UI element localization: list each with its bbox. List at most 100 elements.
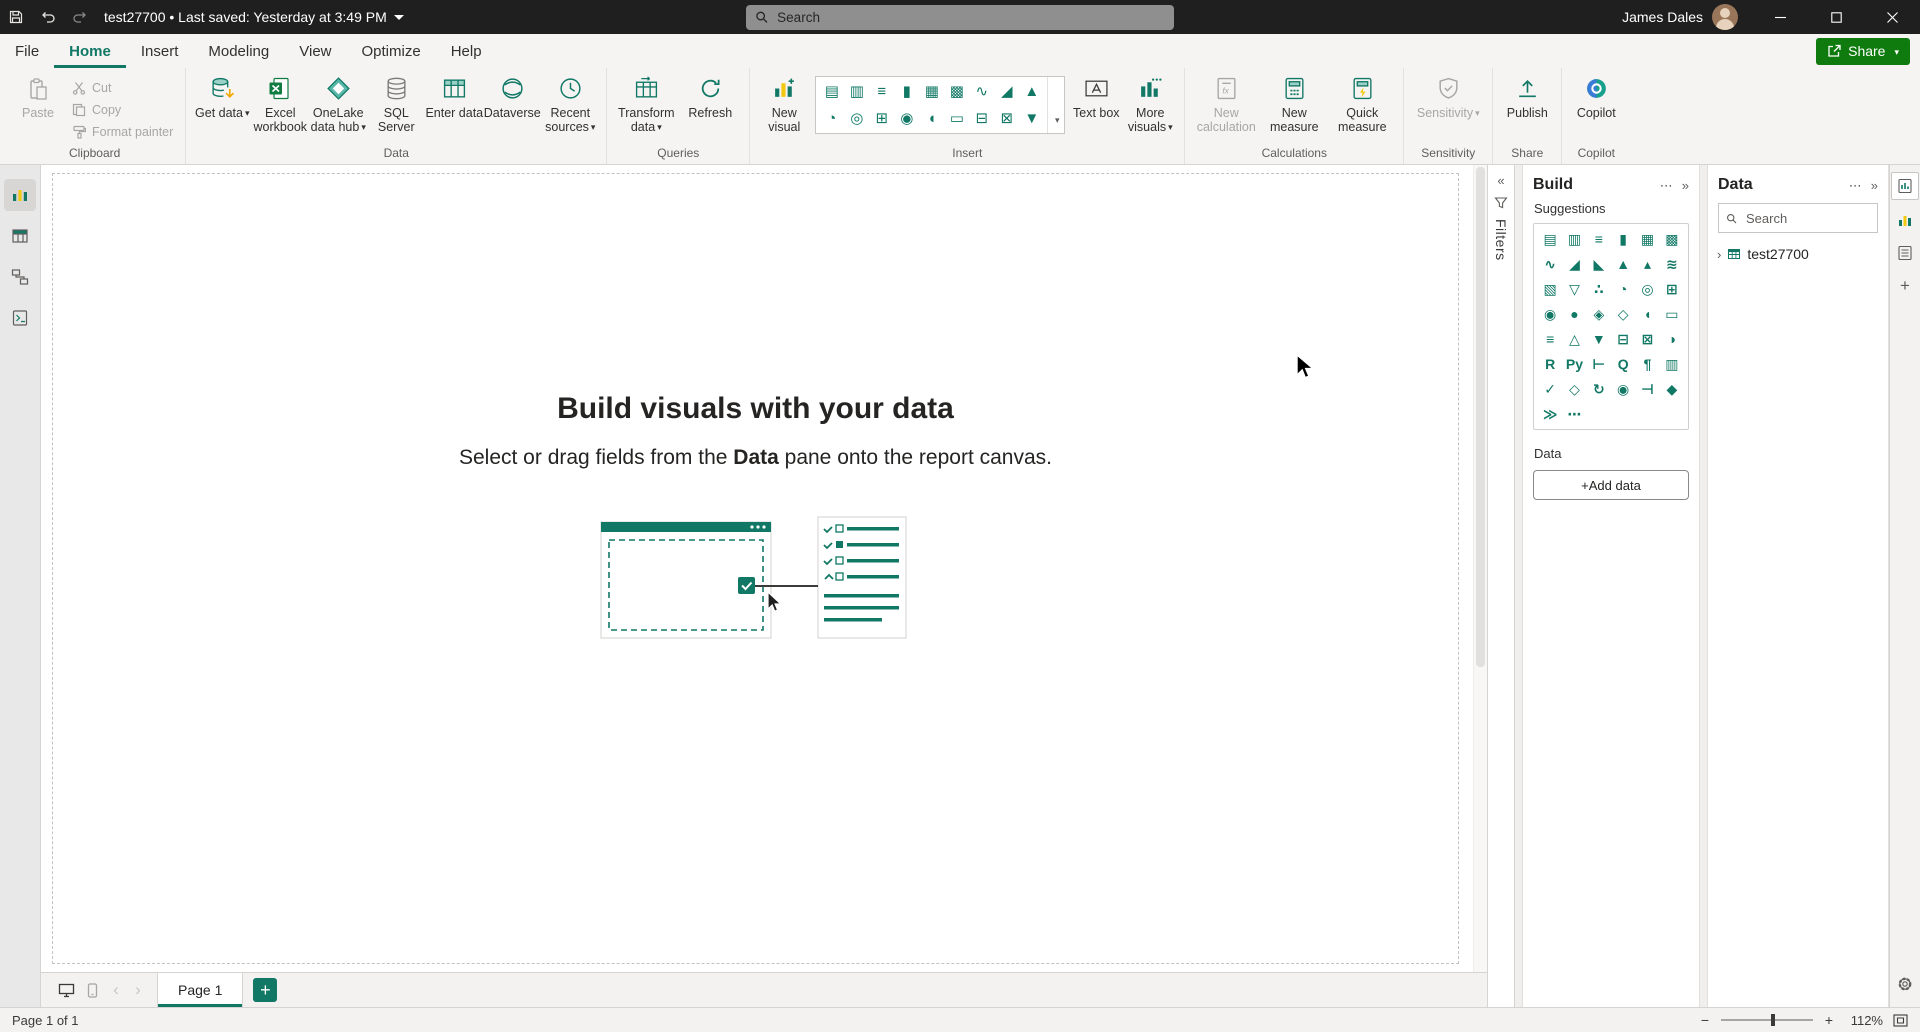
onelake-data-hub-button[interactable]: OneLake data hub	[309, 73, 367, 135]
clustered-column-chart-icon[interactable]: ▮	[1612, 230, 1634, 248]
table-icon[interactable]: ⊟	[975, 111, 988, 126]
menu-home[interactable]: Home	[54, 34, 126, 68]
donut-chart-icon[interactable]: ◎	[1636, 280, 1658, 298]
clustered-bar-chart-icon[interactable]: ≡	[1588, 230, 1610, 248]
shape-map-icon[interactable]: ◈	[1588, 305, 1610, 323]
card-icon[interactable]: ▭	[1661, 305, 1683, 323]
minimize-button[interactable]	[1752, 0, 1808, 34]
new-measure-button[interactable]: New measure	[1260, 73, 1328, 135]
line-chart-icon[interactable]: ∿	[975, 84, 988, 99]
card-icon[interactable]: ▭	[950, 111, 964, 126]
paginated-report-icon[interactable]: ▥	[1661, 355, 1683, 373]
key-influencers-icon[interactable]: ◑	[1661, 330, 1683, 348]
hierarchy-tree-icon[interactable]: ⊣	[1636, 380, 1658, 398]
maximize-button[interactable]	[1808, 0, 1864, 34]
cut-button[interactable]: Cut	[67, 78, 178, 97]
waterfall-chart-icon[interactable]: ▧	[1539, 280, 1561, 298]
line-chart-icon[interactable]: ∿	[1539, 255, 1561, 273]
add-pane-button[interactable]: +	[1892, 273, 1918, 299]
area-chart-icon[interactable]: ◢	[1001, 84, 1013, 99]
build-pane-button[interactable]	[1892, 207, 1918, 233]
next-page-button[interactable]: ›	[127, 980, 149, 1000]
zoom-slider-thumb[interactable]	[1771, 1014, 1775, 1026]
collapse-pane-icon[interactable]: »	[1871, 179, 1878, 192]
stacked-column-chart-icon[interactable]: ▥	[850, 84, 864, 99]
report-view-button[interactable]	[4, 179, 36, 211]
settings-button[interactable]	[1896, 975, 1914, 998]
stacked-column-chart-icon[interactable]: ▥	[1563, 230, 1585, 248]
publish-button[interactable]: Publish	[1500, 73, 1554, 120]
scrollbar-thumb[interactable]	[1476, 167, 1485, 667]
fit-to-page-icon[interactable]	[1893, 1014, 1908, 1027]
previous-page-button[interactable]: ‹	[105, 980, 127, 1000]
pie-chart-icon[interactable]: ◔	[1612, 280, 1634, 298]
undo-button[interactable]	[32, 0, 64, 34]
report-canvas[interactable]: Build visuals with your data Select or d…	[41, 165, 1487, 972]
filled-map-icon[interactable]: ●	[1563, 305, 1585, 323]
quick-measure-button[interactable]: Quick measure	[1328, 73, 1396, 135]
matrix-icon[interactable]: ⊠	[1636, 330, 1658, 348]
kpi-icon[interactable]: △	[1563, 330, 1585, 348]
table-icon[interactable]: ⊟	[1612, 330, 1634, 348]
refresh-button[interactable]: Refresh	[678, 73, 742, 120]
more-options-icon[interactable]: ⋯	[1849, 179, 1862, 192]
recent-sources-button[interactable]: Recent sources	[541, 73, 599, 135]
python-visual-icon[interactable]: Py	[1563, 355, 1585, 373]
copy-button[interactable]: Copy	[67, 100, 178, 119]
collapse-pane-icon[interactable]: »	[1682, 179, 1689, 192]
expand-filters-icon[interactable]: «	[1497, 174, 1504, 187]
new-calculation-button[interactable]: fx New calculation	[1192, 73, 1260, 135]
search-input[interactable]	[775, 9, 1165, 26]
scatter-chart-icon[interactable]: ∴	[1588, 280, 1610, 298]
global-search[interactable]	[746, 5, 1174, 30]
multi-row-card-icon[interactable]: ≡	[1539, 330, 1561, 348]
azure-map-icon[interactable]: ◇	[1612, 305, 1634, 323]
hundred-stacked-column-chart-icon[interactable]: ▩	[1661, 230, 1683, 248]
sql-server-button[interactable]: SQL Server	[367, 73, 425, 135]
page-tab-page1[interactable]: Page 1	[157, 973, 243, 1007]
excel-workbook-button[interactable]: Excel workbook	[251, 73, 309, 135]
clustered-bar-chart-icon[interactable]: ≡	[877, 84, 886, 99]
stacked-bar-chart-icon[interactable]: ▤	[1539, 230, 1561, 248]
gauge-icon[interactable]: ◖	[927, 111, 936, 126]
dax-query-view-button[interactable]	[4, 302, 36, 334]
custom-visual-icon[interactable]: ◆	[1661, 380, 1683, 398]
qa-visual-icon[interactable]: Q	[1612, 355, 1634, 373]
more-suggestions-icon[interactable]: ⋯	[1563, 405, 1585, 423]
smart-narrative-icon[interactable]: ¶	[1636, 355, 1658, 373]
add-data-button[interactable]: +Add data	[1533, 470, 1689, 500]
menu-help[interactable]: Help	[436, 34, 497, 68]
menu-modeling[interactable]: Modeling	[193, 34, 284, 68]
get-data-button[interactable]: Get data	[193, 73, 251, 120]
metrics-icon[interactable]: ✓	[1539, 380, 1561, 398]
sensitivity-button[interactable]: Sensitivity	[1411, 73, 1485, 120]
decomposition-tree-icon[interactable]: ⊢	[1588, 355, 1610, 373]
clustered-column-chart-icon[interactable]: ▮	[903, 84, 911, 99]
text-box-button[interactable]: Text box	[1069, 73, 1123, 120]
table-view-button[interactable]	[4, 220, 36, 252]
arcgis-map-icon[interactable]: ◉	[1612, 380, 1634, 398]
ribbon-chart-icon[interactable]: ≋	[1661, 255, 1683, 273]
stacked-area-chart-icon[interactable]: ◣	[1588, 255, 1610, 273]
slicer-icon[interactable]: ▼	[1024, 111, 1039, 126]
hundred-stacked-bar-chart-icon[interactable]: ▦	[925, 84, 939, 99]
enter-data-button[interactable]: Enter data	[425, 73, 483, 120]
line-stacked-column-chart-icon[interactable]: ▲	[1612, 255, 1634, 273]
redo-button[interactable]	[64, 0, 96, 34]
slicer-icon[interactable]: ▼	[1588, 330, 1610, 348]
desktop-layout-button[interactable]	[53, 977, 79, 1003]
dataverse-button[interactable]: Dataverse	[483, 73, 541, 120]
hundred-stacked-column-chart-icon[interactable]: ▩	[950, 84, 964, 99]
zoom-out-button[interactable]: −	[1699, 1012, 1711, 1028]
area-chart-icon[interactable]: ◢	[1563, 255, 1585, 273]
mobile-layout-button[interactable]	[79, 977, 105, 1003]
matrix-icon[interactable]: ⊠	[1000, 111, 1013, 126]
map-icon[interactable]: ◉	[1539, 305, 1561, 323]
copilot-button[interactable]: Copilot	[1569, 73, 1623, 120]
close-button[interactable]	[1864, 0, 1920, 34]
r-script-visual-icon[interactable]: R	[1539, 355, 1561, 373]
document-title-menu[interactable]: test27700 • Last saved: Yesterday at 3:4…	[104, 9, 404, 25]
power-apps-icon[interactable]: ◇	[1563, 380, 1585, 398]
menu-view[interactable]: View	[284, 34, 346, 68]
model-view-button[interactable]	[4, 261, 36, 293]
